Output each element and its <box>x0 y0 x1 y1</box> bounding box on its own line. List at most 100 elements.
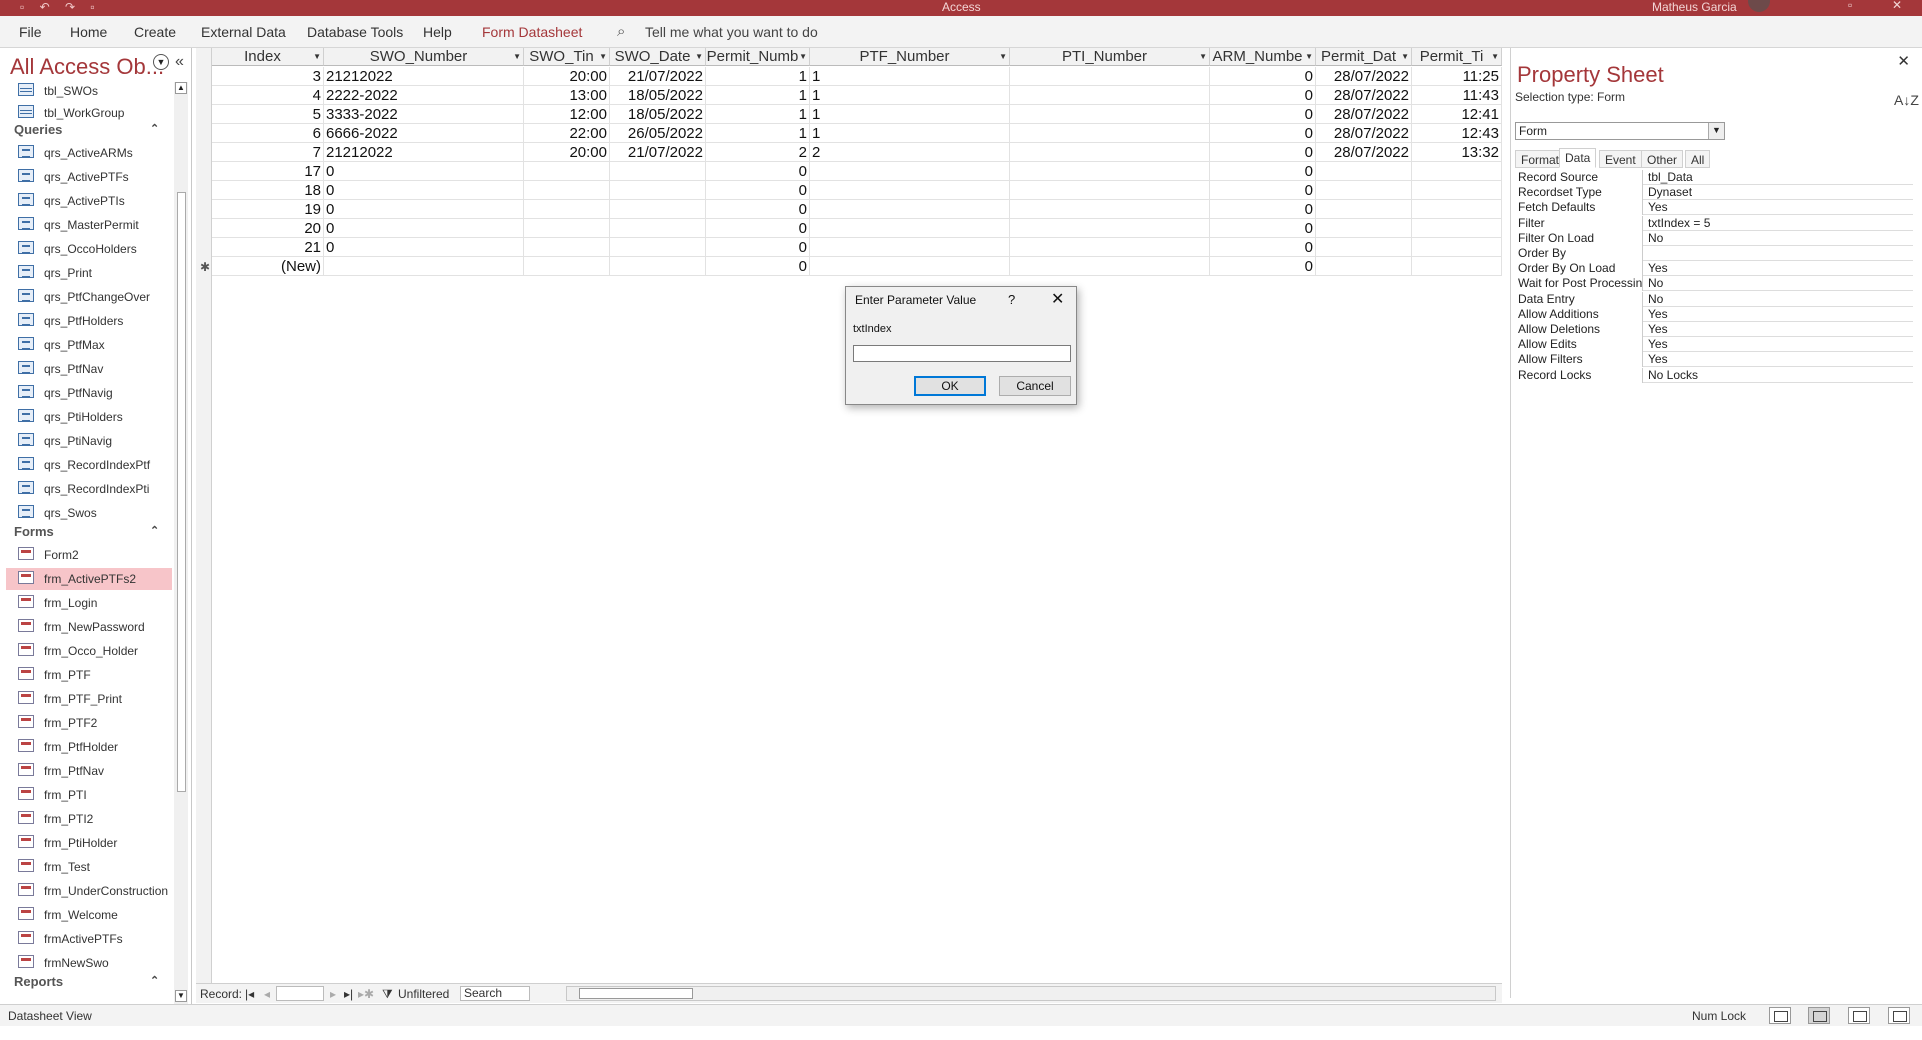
table-cell[interactable] <box>524 181 610 200</box>
nav-pane-title[interactable]: All Access Ob... <box>10 54 164 80</box>
table-cell[interactable] <box>1412 257 1502 276</box>
column-header-pti-number[interactable]: PTI_Number ▼ <box>1010 48 1210 66</box>
table-cell[interactable]: (New) <box>212 257 324 276</box>
table-cell[interactable] <box>610 238 706 257</box>
search-input[interactable]: Search <box>460 986 530 1001</box>
collapse-pane-icon[interactable]: « <box>175 53 184 71</box>
table-cell[interactable]: 2 <box>810 143 1010 162</box>
table-cell[interactable]: 1 <box>706 86 810 105</box>
property-row[interactable]: Allow Deletions Yes <box>1515 322 1913 337</box>
column-header-swo-date[interactable]: SWO_Date ▼ <box>610 48 706 66</box>
tell-me-box[interactable]: Tell me what you want to do <box>645 24 818 40</box>
table-cell[interactable]: 12:41 <box>1412 105 1502 124</box>
object-selector[interactable]: Form ▼ <box>1515 122 1725 140</box>
nav-item-form[interactable]: frm_Login <box>6 592 172 614</box>
tab-format[interactable]: Format <box>1515 150 1566 168</box>
table-cell[interactable] <box>810 219 1010 238</box>
table-cell[interactable]: 0 <box>1210 200 1316 219</box>
table-cell[interactable] <box>1010 257 1210 276</box>
last-record-icon[interactable]: ▸| <box>344 987 353 1001</box>
scroll-down-icon[interactable]: ▼ <box>175 990 187 1002</box>
help-icon[interactable]: ? <box>1008 292 1015 307</box>
table-cell[interactable]: 3333-2022 <box>324 105 524 124</box>
table-cell[interactable]: 28/07/2022 <box>1316 124 1412 143</box>
property-row[interactable]: Wait for Post Processing No <box>1515 276 1913 292</box>
column-header-arm-number[interactable]: ARM_Numbe ▼ <box>1210 48 1316 66</box>
quick-access-toolbar[interactable]: ▫ ↶ ↷ ▫ <box>20 0 101 14</box>
table-cell[interactable]: 21/07/2022 <box>610 143 706 162</box>
chevron-down-icon[interactable]: ▼ <box>999 48 1007 65</box>
table-cell[interactable]: 13:00 <box>524 86 610 105</box>
table-cell[interactable] <box>1010 124 1210 143</box>
column-header-ptf-number[interactable]: PTF_Number ▼ <box>810 48 1010 66</box>
nav-item-query[interactable]: qrs_PtfChangeOver <box>6 286 172 308</box>
nav-group-reports[interactable]: Reports ⌃ <box>14 974 159 989</box>
first-record-icon[interactable]: |◂ <box>245 987 254 1001</box>
property-value[interactable] <box>1645 246 1911 261</box>
nav-item-query[interactable]: qrs_Print <box>6 262 172 284</box>
table-cell[interactable]: 6 <box>212 124 324 143</box>
nav-item-form[interactable]: frm_UnderConstruction <box>6 880 172 902</box>
scrollbar-thumb[interactable] <box>579 988 693 999</box>
nav-item-query[interactable]: qrs_MasterPermit <box>6 214 172 236</box>
table-cell[interactable] <box>1316 181 1412 200</box>
property-value[interactable]: Yes <box>1645 200 1911 215</box>
table-cell[interactable] <box>1316 200 1412 219</box>
property-value[interactable]: No <box>1645 292 1911 307</box>
table-cell[interactable]: 20 <box>212 219 324 238</box>
table-cell[interactable]: 0 <box>706 181 810 200</box>
chevron-down-icon[interactable]: ▼ <box>313 48 321 65</box>
column-header-index[interactable]: Index ▼ <box>212 48 324 66</box>
nav-item-table[interactable]: tbl_WorkGroup <box>6 102 172 124</box>
nav-item-query[interactable]: qrs_PtfNavig <box>6 382 172 404</box>
tab-help[interactable]: Help <box>423 24 452 40</box>
column-header-permit-time[interactable]: Permit_Ti ▼ <box>1412 48 1502 66</box>
datasheet-view-icon[interactable] <box>1808 1007 1830 1024</box>
chevron-down-icon[interactable]: ▼ <box>1708 123 1724 139</box>
scroll-up-icon[interactable]: ▲ <box>175 82 187 94</box>
nav-item-form[interactable]: frm_Test <box>6 856 172 878</box>
property-row[interactable]: Fetch Defaults Yes <box>1515 200 1913 216</box>
property-row[interactable]: Order By <box>1515 246 1913 261</box>
table-cell[interactable] <box>1010 219 1210 238</box>
table-cell[interactable] <box>524 162 610 181</box>
table-cell[interactable] <box>810 257 1010 276</box>
table-cell[interactable]: 3 <box>212 67 324 86</box>
table-cell[interactable]: 7 <box>212 143 324 162</box>
column-header-swo-time[interactable]: SWO_Tin ▼ <box>524 48 610 66</box>
horizontal-scrollbar[interactable] <box>566 986 1496 1001</box>
table-cell[interactable]: 1 <box>810 105 1010 124</box>
nav-item-query[interactable]: qrs_OccoHolders <box>6 238 172 260</box>
table-cell[interactable]: 28/07/2022 <box>1316 105 1412 124</box>
table-cell[interactable]: 28/07/2022 <box>1316 86 1412 105</box>
user-name[interactable]: Matheus Garcia <box>1652 0 1737 14</box>
table-cell[interactable] <box>1010 162 1210 181</box>
nav-item-query[interactable]: qrs_PtfNav <box>6 358 172 380</box>
nav-item-query[interactable]: qrs_PtiHolders <box>6 406 172 428</box>
table-cell[interactable] <box>810 238 1010 257</box>
table-cell[interactable]: 17 <box>212 162 324 181</box>
nav-item-form[interactable]: frm_PTI <box>6 784 172 806</box>
chevron-down-icon[interactable]: ▼ <box>1491 48 1499 65</box>
nav-item-form[interactable]: frm_PTF <box>6 664 172 686</box>
column-header-permit-number[interactable]: Permit_Numb ▼ <box>706 48 810 66</box>
table-cell[interactable] <box>524 200 610 219</box>
table-cell[interactable]: 0 <box>706 238 810 257</box>
nav-group-queries[interactable]: Queries ⌃ <box>14 122 159 137</box>
table-cell[interactable]: 1 <box>810 86 1010 105</box>
nav-item-form[interactable]: frm_Occo_Holder <box>6 640 172 662</box>
property-row[interactable]: Data Entry No <box>1515 291 1913 307</box>
nav-item-table[interactable]: tbl_SWOs <box>6 80 172 102</box>
table-cell[interactable]: 20:00 <box>524 67 610 86</box>
nav-item-query[interactable]: qrs_PtiNavig <box>6 430 172 452</box>
table-cell[interactable] <box>610 200 706 219</box>
scrollbar-thumb[interactable] <box>177 192 186 792</box>
filter-icon[interactable]: ⧩ <box>382 987 393 1002</box>
property-value[interactable]: Yes <box>1645 337 1911 352</box>
nav-item-form[interactable]: frmNewSwo <box>6 952 172 974</box>
nav-item-form[interactable]: frm_PTF_Print <box>6 688 172 710</box>
cancel-button[interactable]: Cancel <box>999 376 1071 396</box>
table-cell[interactable]: 0 <box>1210 124 1316 143</box>
table-cell[interactable] <box>1010 181 1210 200</box>
table-cell[interactable]: 21212022 <box>324 67 524 86</box>
